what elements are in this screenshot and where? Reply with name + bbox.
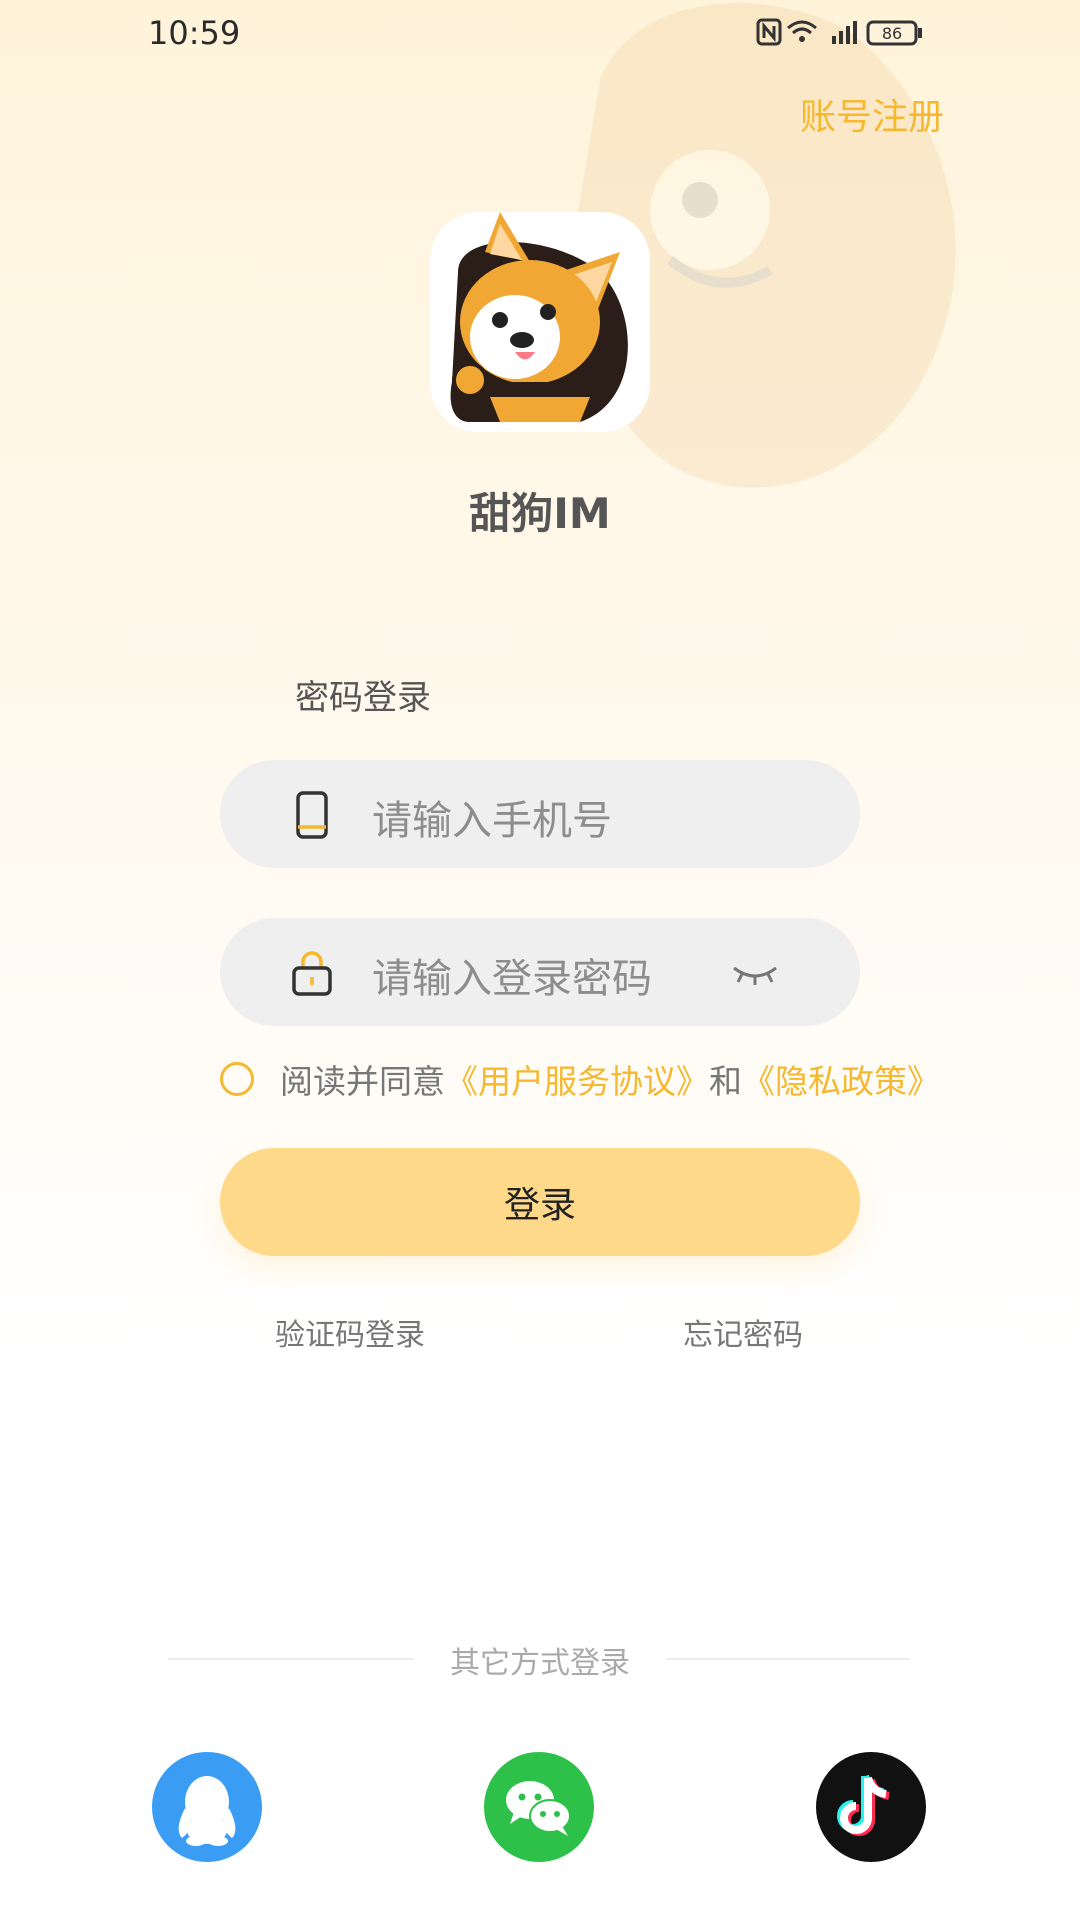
privacy-policy-link[interactable]: 《隐私政策》 bbox=[742, 1055, 940, 1103]
status-time: 10:59 bbox=[148, 14, 241, 52]
phone-placeholder: 请输入手机号 bbox=[372, 798, 612, 844]
tiktok-icon bbox=[837, 1774, 890, 1836]
signal-icon bbox=[832, 21, 857, 44]
register-link[interactable]: 账号注册 bbox=[800, 88, 944, 140]
forgot-password-link[interactable]: 忘记密码 bbox=[683, 1310, 803, 1354]
battery-icon: 86 bbox=[866, 20, 922, 46]
qq-login-button[interactable] bbox=[152, 1752, 262, 1862]
agreement-prefix: 阅读并同意 bbox=[280, 1062, 445, 1101]
battery-level: 86 bbox=[882, 24, 902, 43]
corgi-logo-icon bbox=[450, 212, 628, 422]
eye-closed-icon[interactable] bbox=[730, 958, 780, 988]
login-button[interactable]: 登录 bbox=[220, 1148, 860, 1256]
lock-icon bbox=[292, 951, 332, 996]
app-name: 甜狗IM bbox=[469, 489, 611, 538]
password-input[interactable]: 请输入登录密码 bbox=[220, 918, 860, 1026]
phone-input[interactable]: 请输入手机号 bbox=[220, 760, 860, 868]
status-icons: 86 bbox=[756, 18, 922, 46]
password-login-title: 密码登录 bbox=[295, 678, 431, 718]
sms-login-link[interactable]: 验证码登录 bbox=[275, 1310, 425, 1354]
wifi-icon bbox=[787, 20, 817, 42]
phone-icon bbox=[296, 791, 328, 839]
nfc-icon bbox=[756, 18, 782, 46]
agreement-checkbox[interactable] bbox=[220, 1062, 254, 1096]
tiktok-login-button[interactable] bbox=[816, 1752, 926, 1862]
qq-icon bbox=[178, 1776, 236, 1846]
app-logo bbox=[430, 212, 650, 432]
wechat-login-button[interactable] bbox=[484, 1752, 594, 1862]
other-login-title: 其它方式登录 bbox=[450, 1646, 630, 1681]
wechat-icon bbox=[506, 1781, 571, 1836]
agreement-connector: 和 bbox=[709, 1062, 742, 1101]
agreement-row: 阅读并同意 《用户服务协议》 和 《隐私政策》 bbox=[220, 1055, 940, 1103]
service-agreement-link[interactable]: 《用户服务协议》 bbox=[445, 1055, 709, 1103]
password-placeholder: 请输入登录密码 bbox=[372, 956, 652, 1002]
